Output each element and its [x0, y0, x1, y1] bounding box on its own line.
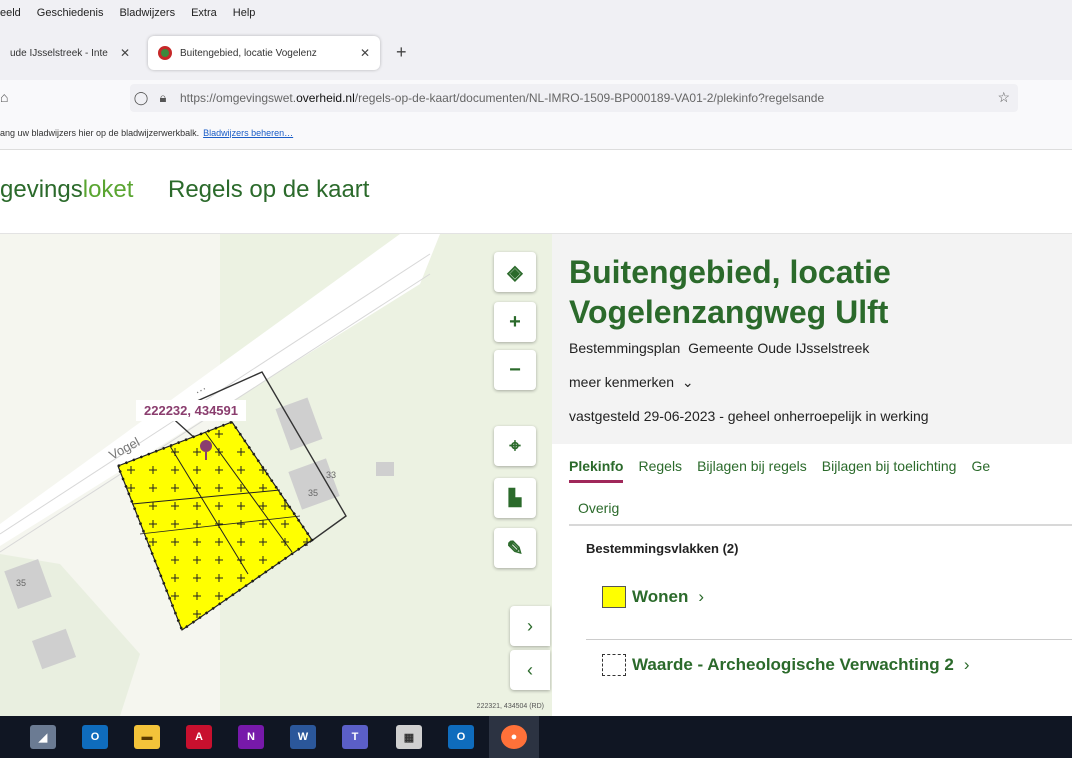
house-number: 33	[326, 470, 336, 480]
draw-button[interactable]: ✎	[494, 528, 536, 568]
acrobat-icon[interactable]: A	[186, 725, 212, 749]
coordinate-label: 222232, 434591	[136, 400, 246, 421]
info-panel: Buitengebied, locatie Vogelenzangweg Ulf…	[552, 234, 1072, 716]
home-icon[interactable]: ⌂	[0, 89, 8, 105]
tab-bar: ude IJsselstreek - Inte ✕ Buitengebied, …	[0, 26, 1072, 80]
file-explorer-icon[interactable]: ▬	[134, 725, 160, 749]
map-view[interactable]: Vogel … 33 35 35 222232, 434591 222321, …	[0, 234, 552, 716]
bookmarks-bar: ang uw bladwijzers hier op de bladwijzer…	[0, 116, 1072, 150]
measure-button[interactable]: ▙	[494, 478, 536, 518]
lock-icon[interactable]: 🔒︎	[152, 90, 174, 106]
tab-label: Buitengebied, locatie Vogelenz	[180, 47, 317, 59]
house-number: 35	[308, 488, 318, 498]
draw-icon: ✎	[506, 537, 524, 560]
swatch-dashed	[602, 654, 626, 676]
shield-icon[interactable]: ◯	[130, 90, 152, 106]
swatch-yellow	[602, 586, 626, 608]
onenote-icon[interactable]: N	[238, 725, 264, 749]
word-icon[interactable]: W	[290, 725, 316, 749]
panel-header: Buitengebied, locatie Vogelenzangweg Ulf…	[552, 234, 1072, 444]
taskbar: ◢ O ▬ A N W T ▦ O ●	[0, 716, 1072, 758]
outlook-icon[interactable]: O	[82, 725, 108, 749]
zoom-out-button[interactable]: −	[494, 350, 536, 390]
expand-panel-button[interactable]: ›	[510, 606, 550, 646]
plan-status: vastgesteld 29-06-2023 - geheel onherroe…	[569, 408, 929, 424]
menu-tools[interactable]: Extra	[191, 7, 217, 19]
chevron-right-icon: ›	[698, 587, 705, 606]
tab-bijlagen-toelichting[interactable]: Bijlagen bij toelichting	[822, 458, 957, 483]
firefox-icon[interactable]: ●	[501, 725, 527, 749]
coordinate-footer: 222321, 434504 (RD)	[476, 703, 544, 710]
panel-tabs: Plekinfo Regels Bijlagen bij regels Bijl…	[569, 458, 990, 483]
brand-logo[interactable]: gevingsloket	[0, 176, 133, 204]
close-icon[interactable]: ✕	[360, 46, 370, 60]
star-icon[interactable]: ☆	[997, 89, 1010, 106]
collapse-panel-button[interactable]: ‹	[510, 650, 550, 690]
tab-plekinfo[interactable]: Plekinfo	[569, 458, 624, 483]
outlook-alt-icon[interactable]: O	[448, 725, 474, 749]
menu-bookmarks[interactable]: Bladwijzers	[119, 7, 175, 19]
list-item-wonen[interactable]: Wonen ›	[602, 586, 704, 608]
chevron-right-icon: ›	[963, 655, 970, 674]
new-tab-button[interactable]: +	[396, 42, 407, 63]
zoom-in-button[interactable]: +	[494, 302, 536, 342]
url-text: https://omgevingswet.overheid.nl/regels-…	[180, 91, 825, 105]
locate-button[interactable]: ⌖	[494, 426, 536, 466]
locate-icon: ⌖	[509, 434, 521, 457]
list-item-archeologie[interactable]: Waarde - Archeologische Verwachting 2 ›	[602, 654, 970, 676]
settings-icon[interactable]: ◢	[30, 725, 56, 749]
calculator-icon[interactable]: ▦	[396, 725, 422, 749]
url-bar[interactable]: ◯ 🔒︎ https://omgevingswet.overheid.nl/re…	[130, 84, 1018, 112]
plan-title: Buitengebied, locatie Vogelenzangweg Ulf…	[569, 254, 891, 330]
layers-button[interactable]: ◈	[494, 252, 536, 292]
tab-overig[interactable]: Overig	[578, 500, 619, 516]
section-heading: Bestemmingsvlakken (2)	[586, 541, 739, 556]
item-label: Wonen	[632, 587, 689, 606]
tab-more[interactable]: Ge	[971, 458, 990, 483]
menu-history[interactable]: Geschiedenis	[37, 7, 104, 19]
item-divider	[586, 639, 1072, 640]
menu-help[interactable]: Help	[233, 7, 256, 19]
chevron-down-icon: ⌄	[681, 374, 694, 390]
item-label: Waarde - Archeologische Verwachting 2	[632, 655, 954, 674]
more-features-toggle[interactable]: meer kenmerken ⌄	[569, 374, 694, 391]
site-header: gevingsloket Regels op de kaart	[0, 150, 1072, 234]
nav-bar: ⌂ ◯ 🔒︎ https://omgevingswet.overheid.nl/…	[0, 80, 1072, 116]
tabs-divider	[569, 524, 1072, 526]
manage-bookmarks-link[interactable]: Bladwijzers beheren…	[203, 128, 293, 138]
menu-bar: eeld Geschiedenis Bladwijzers Extra Help	[0, 0, 1072, 26]
layers-icon: ◈	[507, 261, 523, 284]
plan-subtitle: Bestemmingsplan Gemeente Oude IJsselstre…	[569, 340, 870, 356]
tab-buitengebied[interactable]: Buitengebied, locatie Vogelenz ✕	[148, 36, 380, 70]
measure-icon: ▙	[508, 490, 522, 507]
tab-label: ude IJsselstreek - Inte	[10, 47, 108, 59]
tab-oude-ijsselstreek[interactable]: ude IJsselstreek - Inte ✕	[0, 36, 140, 70]
bookmarks-hint: ang uw bladwijzers hier op de bladwijzer…	[0, 127, 200, 138]
tab-regels[interactable]: Regels	[638, 458, 682, 483]
menu-view[interactable]: eeld	[0, 7, 21, 19]
screen: eeld Geschiedenis Bladwijzers Extra Help…	[0, 0, 1072, 758]
teams-icon[interactable]: T	[342, 725, 368, 749]
house-number: 35	[16, 578, 26, 588]
close-icon[interactable]: ✕	[120, 46, 130, 60]
favicon-icon	[158, 46, 172, 60]
map-canvas[interactable]: Vogel … 33 35 35	[0, 234, 552, 716]
tab-bijlagen-regels[interactable]: Bijlagen bij regels	[697, 458, 807, 483]
site-title[interactable]: Regels op de kaart	[168, 176, 369, 204]
